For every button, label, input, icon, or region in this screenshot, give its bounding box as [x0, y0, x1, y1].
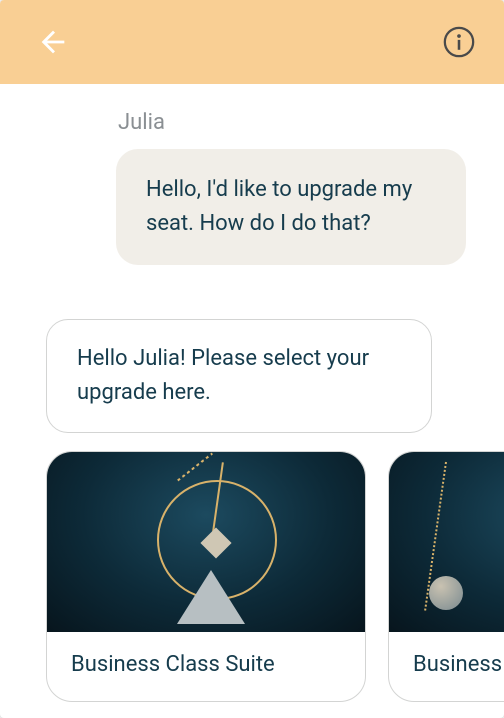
sender-name: Julia — [118, 110, 504, 135]
chat-area: Julia Hello, I'd like to upgrade my seat… — [0, 84, 504, 718]
upgrade-card-business-class-suite[interactable]: Business Class Suite — [46, 451, 366, 702]
info-icon — [442, 25, 476, 59]
card-image — [47, 452, 365, 632]
card-label: Business Class Suite — [47, 632, 365, 701]
card-image — [389, 452, 504, 632]
header-bar — [0, 0, 504, 84]
back-button[interactable] — [36, 25, 70, 59]
decorative-icon — [177, 453, 213, 482]
upgrade-card-business[interactable]: Business — [388, 451, 504, 702]
chat-window: Julia Hello, I'd like to upgrade my seat… — [0, 0, 504, 718]
decorative-icon — [177, 570, 245, 624]
info-button[interactable] — [442, 25, 476, 59]
decorative-icon — [429, 576, 463, 610]
bot-message-bubble: Hello Julia! Please select your upgrade … — [46, 319, 432, 433]
card-label: Business — [389, 632, 504, 701]
upgrade-cards-row[interactable]: Business Class Suite Business — [0, 451, 504, 702]
user-message-bubble: Hello, I'd like to upgrade my seat. How … — [116, 149, 466, 265]
bot-message-text: Hello Julia! Please select your upgrade … — [77, 346, 369, 405]
back-arrow-icon — [36, 25, 70, 59]
user-message-text: Hello, I'd like to upgrade my seat. How … — [146, 177, 412, 236]
